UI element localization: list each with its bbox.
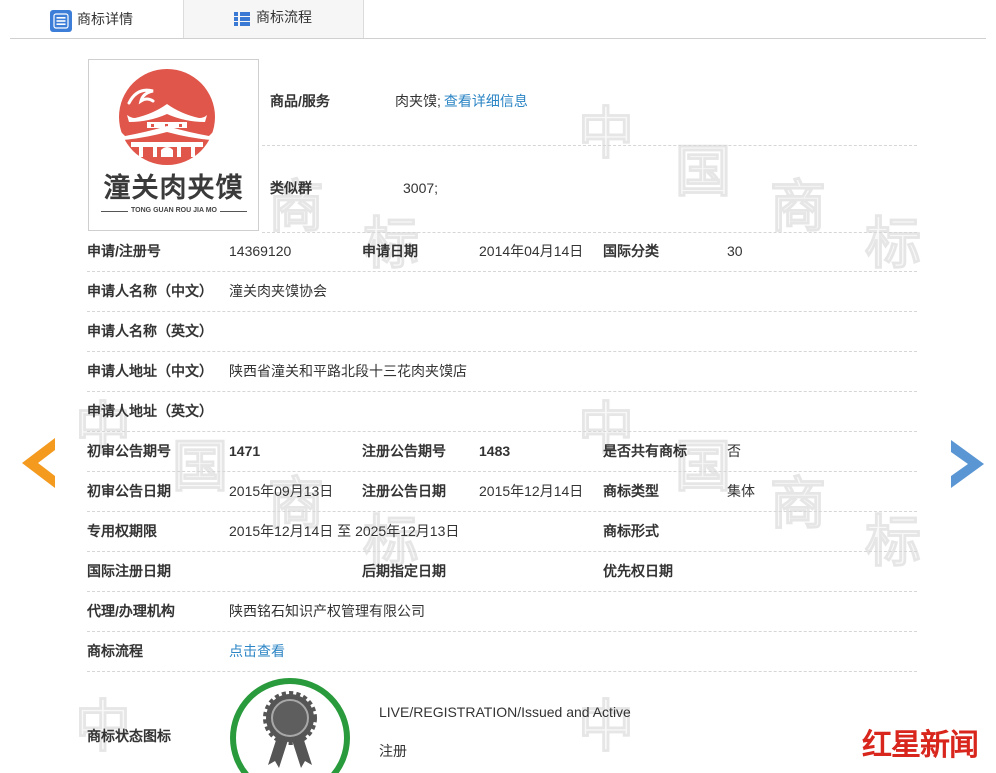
view-details-link[interactable]: 查看详细信息 <box>444 93 528 109</box>
registration-number-label: 申请/注册号 <box>87 243 161 259</box>
chevron-right-icon[interactable] <box>948 438 986 490</box>
registration-issue-label: 注册公告期号 <box>362 443 446 459</box>
similar-group-label: 类似群 <box>270 180 312 196</box>
preliminary-issue-label: 初审公告期号 <box>87 443 171 459</box>
detail-row-agency: 代理/办理机构 陕西铭石知识产权管理有限公司 <box>87 592 917 632</box>
international-class-value: 30 <box>727 243 743 259</box>
registration-date-value: 2015年12月14日 <box>479 483 584 499</box>
exclusive-period-value: 2015年12月14日 至 2025年12月13日 <box>229 523 460 539</box>
detail-row-announcement-issue: 初审公告期号 1471 注册公告期号 1483 是否共有商标 否 <box>87 432 917 472</box>
detail-row-applicant-address-cn: 申请人地址（中文） 陕西省潼关和平路北段十三花肉夹馍店 <box>87 352 917 392</box>
trademark-process-label: 商标流程 <box>87 643 143 659</box>
trademark-type-value: 集体 <box>727 483 755 499</box>
trademark-subtitle: TONG GUAN ROU JIA MO <box>101 206 248 216</box>
trademark-detail-table: 申请/注册号 14369120 申请日期 2014年04月14日 国际分类 30… <box>87 232 917 773</box>
agency-value: 陕西铭石知识产权管理有限公司 <box>229 603 425 619</box>
applicant-address-en-label: 申请人地址（英文） <box>87 403 213 419</box>
preliminary-date-label: 初审公告日期 <box>87 483 171 499</box>
preliminary-date-value: 2015年09月13日 <box>229 483 334 499</box>
international-registration-date-label: 国际注册日期 <box>87 563 171 579</box>
shared-trademark-label: 是否共有商标 <box>603 443 687 459</box>
divider-line <box>101 210 129 212</box>
preliminary-issue-value: 1471 <box>229 443 261 459</box>
tab-trademark-process[interactable]: 商标流程 <box>183 0 364 38</box>
registration-issue-value: 1483 <box>479 443 511 459</box>
subsequent-designation-date-label: 后期指定日期 <box>362 563 446 579</box>
detail-row-applicant-name-cn: 申请人名称（中文） 潼关肉夹馍协会 <box>87 272 917 312</box>
detail-row-registration: 申请/注册号 14369120 申请日期 2014年04月14日 国际分类 30 <box>87 232 917 272</box>
goods-services-label: 商品/服务 <box>270 93 330 109</box>
watermark-char: 商 <box>770 175 827 240</box>
source-logo: 红星新闻 <box>862 728 979 763</box>
trademark-pinyin: TONG GUAN ROU JIA MO <box>131 207 217 214</box>
applicant-name-cn-value: 潼关肉夹馍协会 <box>229 283 327 299</box>
registration-number-value: 14369120 <box>229 243 292 259</box>
goods-services-value: 肉夹馍; 查看详细信息 <box>395 92 528 110</box>
detail-row-applicant-name-en: 申请人名称（英文） <box>87 312 917 352</box>
document-icon <box>50 10 72 32</box>
status-icon-label: 商标状态图标 <box>87 728 171 744</box>
detail-row-exclusive-period: 专用权期限 2015年12月14日 至 2025年12月13日 商标形式 <box>87 512 917 552</box>
registered-seal-icon <box>230 678 350 773</box>
tab-trademark-details[interactable]: 商标详情 <box>40 0 183 38</box>
status-text-cn: 注册 <box>379 743 407 759</box>
shared-trademark-value: 否 <box>727 443 741 459</box>
tab-label: 商标详情 <box>77 11 133 27</box>
watermark-char: 中 <box>578 102 635 167</box>
row-divider <box>262 145 917 146</box>
agency-label: 代理/办理机构 <box>87 603 175 619</box>
international-class-label: 国际分类 <box>603 243 659 259</box>
application-date-value: 2014年04月14日 <box>479 243 584 259</box>
registration-date-label: 注册公告日期 <box>362 483 446 499</box>
similar-group-value: 3007; <box>403 180 439 196</box>
application-date-label: 申请日期 <box>362 243 418 259</box>
divider-line <box>219 210 248 212</box>
applicant-name-cn-label: 申请人名称（中文） <box>87 283 213 299</box>
exclusive-period-label: 专用权期限 <box>87 523 157 539</box>
detail-row-applicant-address-en: 申请人地址（英文） <box>87 392 917 432</box>
gate-seal-icon <box>119 69 218 165</box>
view-process-link[interactable]: 点击查看 <box>229 632 285 671</box>
goods-services-text: 肉夹馍; <box>395 93 441 109</box>
tab-divider <box>10 38 986 39</box>
applicant-name-en-label: 申请人名称（英文） <box>87 323 213 339</box>
applicant-address-cn-label: 申请人地址（中文） <box>87 363 213 379</box>
applicant-address-cn-value: 陕西省潼关和平路北段十三花肉夹馍店 <box>229 363 467 379</box>
detail-row-announcement-date: 初审公告日期 2015年09月13日 注册公告日期 2015年12月14日 商标… <box>87 472 917 512</box>
trademark-type-label: 商标类型 <box>603 483 659 499</box>
detail-row-dates: 国际注册日期 后期指定日期 优先权日期 <box>87 552 917 592</box>
tab-label: 商标流程 <box>256 9 312 25</box>
detail-row-status: 商标状态图标 LIVE/REGISTRATION/Issued and Acti… <box>87 672 917 773</box>
list-icon <box>234 11 250 27</box>
detail-row-process: 商标流程 点击查看 <box>87 632 917 672</box>
trademark-name: 潼关肉夹馍 <box>103 173 244 204</box>
trademark-form-label: 商标形式 <box>603 523 659 539</box>
watermark-char: 国 <box>675 140 732 205</box>
priority-date-label: 优先权日期 <box>603 563 673 579</box>
status-text-en: LIVE/REGISTRATION/Issued and Active <box>379 704 631 720</box>
chevron-left-icon[interactable] <box>20 436 58 490</box>
trademark-image: 潼关肉夹馍 TONG GUAN ROU JIA MO <box>88 59 259 231</box>
